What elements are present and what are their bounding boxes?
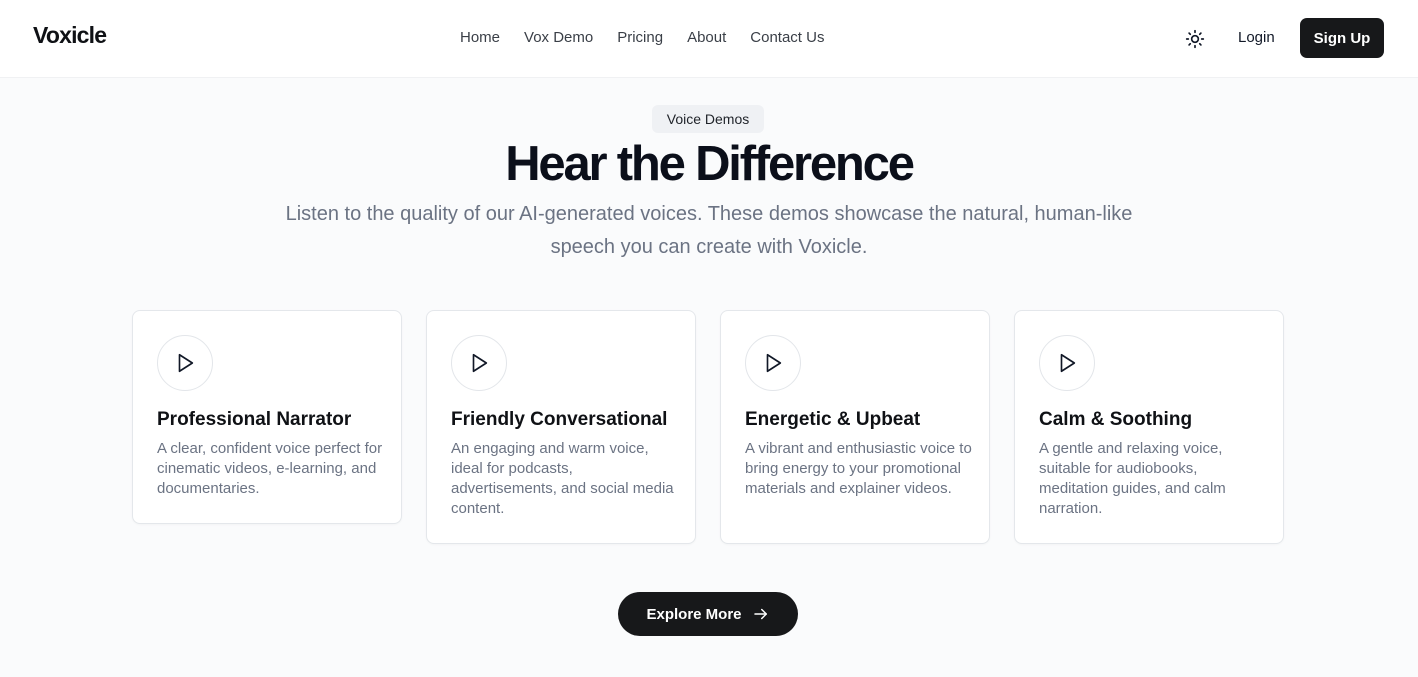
card-title: Professional Narrator [157, 409, 352, 430]
login-button[interactable]: Login [1226, 27, 1287, 49]
nav-link-vox-demo[interactable]: Vox Demo [512, 27, 605, 49]
card-title: Energetic & Upbeat [745, 409, 921, 430]
card-description: A clear, confident voice perfect for cin… [157, 440, 383, 497]
nav-link-contact-us[interactable]: Contact Us [738, 27, 836, 49]
main-nav: Home Vox Demo Pricing About Contact Us [448, 27, 836, 49]
voice-demo-card-calm-soothing: Calm & Soothing A gentle and relaxing vo… [1014, 310, 1284, 544]
play-button[interactable] [1039, 335, 1095, 391]
card-description: A vibrant and enthusiastic voice to brin… [745, 440, 972, 497]
play-button[interactable] [745, 335, 801, 391]
top-navigation-bar: Voxicle Home Vox Demo Pricing About Cont… [0, 0, 1418, 78]
play-button[interactable] [157, 335, 213, 391]
explore-more-button[interactable]: Explore More [618, 592, 798, 636]
explore-more-label: Explore More [646, 605, 742, 623]
sun-icon [1185, 29, 1205, 49]
play-button[interactable] [451, 335, 507, 391]
page-title: Hear the Difference [505, 137, 915, 191]
logo[interactable]: Voxicle [33, 22, 107, 49]
card-title: Calm & Soothing [1039, 409, 1193, 430]
play-icon [766, 353, 782, 373]
nav-link-pricing[interactable]: Pricing [605, 27, 675, 49]
card-description: A gentle and relaxing voice, suitable fo… [1039, 440, 1226, 517]
voice-demo-card-friendly-conversational: Friendly Conversational An engaging and … [426, 310, 696, 544]
page-subtitle: Listen to the quality of our AI-generate… [285, 203, 1133, 258]
play-icon [472, 353, 488, 373]
play-icon [178, 353, 194, 373]
arrow-right-icon [753, 608, 767, 620]
sign-up-button[interactable]: Sign Up [1300, 18, 1384, 58]
section-badge: Voice Demos [652, 105, 764, 133]
card-title: Friendly Conversational [451, 409, 668, 430]
card-description: An engaging and warm voice, ideal for po… [451, 440, 674, 517]
theme-toggle-button[interactable] [1181, 25, 1209, 53]
voice-demo-card-energetic-upbeat: Energetic & Upbeat A vibrant and enthusi… [720, 310, 990, 544]
nav-link-about[interactable]: About [675, 27, 738, 49]
nav-link-home[interactable]: Home [448, 27, 512, 49]
play-icon [1060, 353, 1076, 373]
voice-demo-card-professional-narrator: Professional Narrator A clear, confident… [132, 310, 402, 524]
